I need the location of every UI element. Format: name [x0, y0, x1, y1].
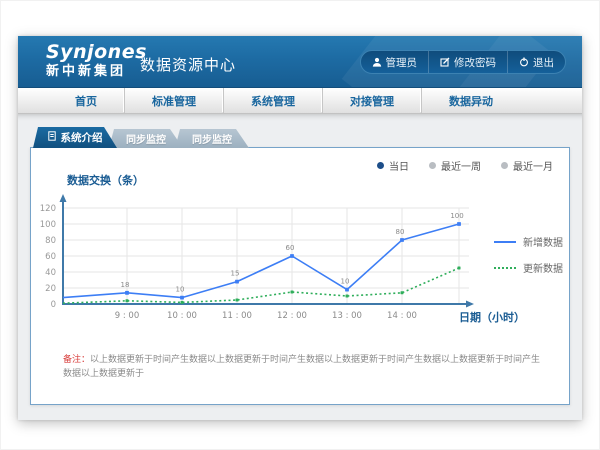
- tab-sync-monitor-2[interactable]: 同步监控: [175, 129, 249, 148]
- radio-dot-icon: [377, 162, 384, 169]
- legend-label: 新增数据: [523, 234, 563, 249]
- nav-item-interface-management[interactable]: 对接管理: [322, 88, 421, 113]
- svg-text:14 : 00: 14 : 00: [387, 311, 417, 321]
- legend-item-new-data[interactable]: 新增数据: [494, 234, 563, 249]
- tab-label: 系统介绍: [61, 130, 103, 145]
- svg-text:80: 80: [396, 228, 405, 236]
- user-menu-label: 管理员: [386, 55, 418, 70]
- dotted-line-icon: [494, 267, 516, 269]
- filter-option-last-week[interactable]: 最近一周: [429, 158, 481, 173]
- svg-text:11 : 00: 11 : 00: [222, 311, 252, 321]
- nav-item-data-change[interactable]: 数据异动: [421, 88, 520, 113]
- svg-text:13 : 00: 13 : 00: [332, 311, 362, 321]
- tab-sync-monitor-1[interactable]: 同步监控: [109, 129, 183, 148]
- svg-text:20: 20: [45, 284, 56, 294]
- app-window: Synjones 新中新集团 数据资源中心 管理员 修改密码 退出: [18, 36, 582, 420]
- tab-system-intro[interactable]: 系统介绍: [33, 127, 117, 148]
- nav-item-standard-management[interactable]: 标准管理: [124, 88, 223, 113]
- radio-dot-icon: [501, 162, 508, 169]
- tab-label: 同步监控: [126, 131, 166, 146]
- edit-icon: [440, 57, 450, 67]
- change-password-button[interactable]: 修改密码: [428, 51, 507, 73]
- filter-label: 当日: [389, 158, 409, 173]
- footnote-prefix: 备注：: [63, 355, 90, 365]
- y-axis-title: 数据交换（条）: [67, 172, 144, 188]
- legend-label: 更新数据: [523, 260, 563, 275]
- filter-option-today[interactable]: 当日: [377, 158, 409, 173]
- svg-text:12 : 00: 12 : 00: [277, 311, 307, 321]
- svg-text:10 : 00: 10 : 00: [167, 311, 197, 321]
- solid-line-icon: [494, 241, 516, 243]
- svg-text:80: 80: [45, 236, 56, 246]
- user-menu-button[interactable]: 管理员: [361, 51, 429, 73]
- svg-text:9 : 00: 9 : 00: [115, 311, 140, 321]
- svg-text:10: 10: [341, 278, 350, 286]
- user-bar: 管理员 修改密码 退出: [360, 50, 567, 74]
- footnote-text: 以上数据更新于时间产生数据以上数据更新于时间产生数据以上数据更新于时间产生数据以…: [63, 355, 540, 379]
- filter-label: 最近一月: [513, 158, 553, 173]
- nav-item-home[interactable]: 首页: [48, 88, 124, 113]
- svg-text:60: 60: [45, 252, 56, 262]
- x-axis-title: 日期（小时）: [459, 309, 525, 325]
- legend-item-update-data[interactable]: 更新数据: [494, 260, 563, 275]
- svg-text:120: 120: [40, 204, 56, 214]
- exchange-chart: 0 20 40 60 80 100 120 9 : 00 10 : 00 11 : 00 12 : …: [31, 192, 481, 332]
- svg-text:0: 0: [51, 300, 56, 310]
- app-header: Synjones 新中新集团 数据资源中心 管理员 修改密码 退出: [18, 36, 582, 88]
- nav-item-system-management[interactable]: 系统管理: [223, 88, 322, 113]
- time-range-filter: 当日 最近一周 最近一月: [377, 158, 553, 173]
- logout-button[interactable]: 退出: [507, 51, 565, 73]
- user-icon: [372, 57, 382, 67]
- tab-bar: 系统介绍 同步监控 同步监控: [33, 127, 249, 148]
- brand-logo: Synjones 新中新集团: [46, 43, 147, 79]
- content-area: 系统介绍 同步监控 同步监控 当日 最近一周: [18, 114, 582, 420]
- main-nav: 首页 标准管理 系统管理 对接管理 数据异动: [18, 88, 582, 114]
- change-password-label: 修改密码: [454, 55, 496, 70]
- svg-text:60: 60: [286, 244, 295, 252]
- footnote: 备注：以上数据更新于时间产生数据以上数据更新于时间产生数据以上数据更新于时间产生…: [63, 354, 549, 381]
- page-title: 数据资源中心: [140, 54, 236, 75]
- svg-text:100: 100: [450, 212, 463, 220]
- svg-text:10: 10: [176, 286, 185, 294]
- svg-text:15: 15: [231, 270, 240, 278]
- power-icon: [519, 57, 529, 67]
- filter-label: 最近一周: [441, 158, 481, 173]
- filter-option-last-month[interactable]: 最近一月: [501, 158, 553, 173]
- brand-logo-subtext: 新中新集团: [46, 65, 147, 79]
- tab-label: 同步监控: [192, 131, 232, 146]
- chart-legend: 新增数据 更新数据: [494, 234, 563, 275]
- svg-text:40: 40: [45, 268, 56, 278]
- brand-logo-text: Synjones: [46, 43, 147, 63]
- document-icon: [48, 131, 56, 144]
- svg-text:18: 18: [121, 281, 130, 289]
- radio-dot-icon: [429, 162, 436, 169]
- page: { "brand": { "logo_main": "Synjones", "l…: [0, 0, 600, 450]
- svg-text:100: 100: [40, 220, 56, 230]
- system-intro-panel: 当日 最近一周 最近一月 数据交换（条） 0 20 40 60 80 100 120 9 : …: [30, 147, 570, 405]
- logout-label: 退出: [533, 55, 554, 70]
